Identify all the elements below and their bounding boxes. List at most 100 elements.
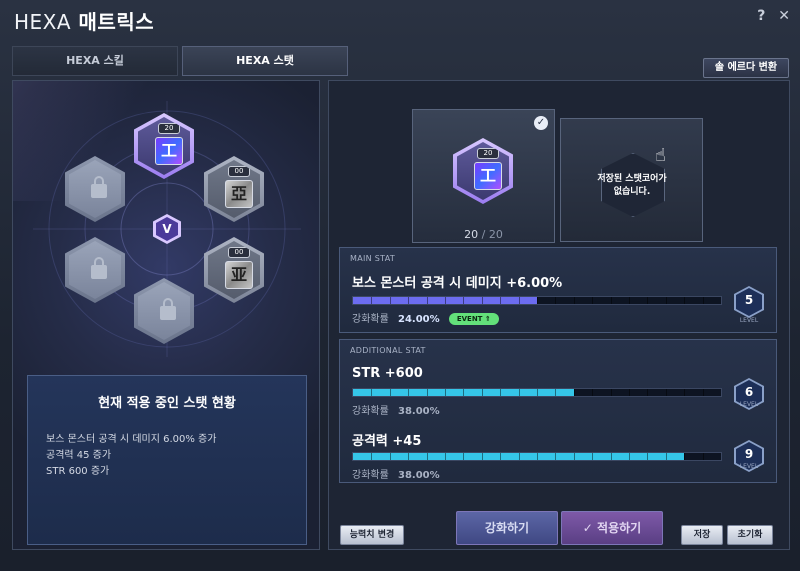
- lock-icon: [91, 257, 107, 279]
- main-stat-progress-bar: [352, 296, 722, 305]
- close-icon[interactable]: ✕: [778, 8, 790, 24]
- main-stat-level-hex: 5: [734, 286, 764, 318]
- hex-inner: [69, 241, 121, 299]
- hex-inner: 20 工: [138, 117, 190, 175]
- progress-segment-tick: [445, 453, 446, 460]
- progress-segment-tick: [408, 453, 410, 460]
- help-icon[interactable]: ?: [757, 8, 765, 24]
- tab-hexa-skill[interactable]: HEXA 스킬: [12, 46, 178, 76]
- change-stat-button[interactable]: 능력치 변경: [340, 525, 404, 545]
- progress-segment-tick: [408, 297, 410, 304]
- progress-segment-tick: [537, 453, 538, 460]
- rate-label: 강화확률: [352, 406, 389, 417]
- core-count-current: 20: [464, 228, 479, 241]
- level-word: LEVEL: [739, 401, 759, 408]
- hex-inner: 00 亚: [208, 241, 260, 299]
- progress-segment-tick: [702, 389, 704, 396]
- lock-icon: [91, 176, 107, 198]
- additional-stat-box: ADDITIONAL STAT STR +600 강화확률 38.00% 6 L…: [339, 339, 777, 483]
- level-hex-inner: 5: [736, 288, 762, 316]
- additional-stat-header: ADDITIONAL STAT: [350, 346, 426, 355]
- progress-segment-tick: [518, 389, 520, 396]
- window-title: HEXA 매트릭스: [14, 6, 154, 35]
- apply-label: 적용하기: [597, 521, 642, 535]
- level-number: 6: [744, 385, 754, 399]
- hexa-matrix-window: HEXA 매트릭스 ? ✕ HEXA 스킬 HEXA 스탯 솔 에르다 변환 2…: [0, 0, 800, 571]
- reset-button[interactable]: 초기화: [727, 525, 773, 545]
- progress-segment-tick: [371, 389, 373, 396]
- status-title: 현재 적용 중인 스탯 현황: [98, 396, 236, 411]
- progress-segment-tick: [573, 297, 575, 304]
- rate-label: 강화확률: [352, 314, 389, 325]
- progress-segment-tick: [463, 453, 465, 460]
- progress-segment-tick: [481, 453, 483, 460]
- stat-core-hex: 20 工: [453, 138, 513, 204]
- progress-segment-tick: [629, 297, 630, 304]
- progress-segment-tick: [702, 453, 704, 460]
- save-button[interactable]: 저장: [681, 525, 723, 545]
- progress-segment-tick: [445, 297, 446, 304]
- progress-segment-tick: [647, 297, 649, 304]
- progress-segment-tick: [500, 297, 502, 304]
- title-main: 매트릭스: [78, 10, 155, 34]
- progress-segment-tick: [555, 297, 557, 304]
- core-glyph-icon: 工: [474, 162, 502, 190]
- progress-segment-tick: [610, 453, 612, 460]
- progress-segment-tick: [518, 297, 520, 304]
- progress-segment-tick: [500, 453, 502, 460]
- rate-value: 38.00%: [398, 470, 440, 481]
- level-word: LEVEL: [739, 317, 759, 324]
- additional-stat-rate: 강화확률 38.00%: [352, 466, 440, 481]
- check-circle-icon: ✓: [582, 521, 598, 535]
- progress-segment-tick: [592, 453, 594, 460]
- status-line: STR 600 증가: [46, 466, 110, 477]
- progress-segment-tick: [371, 453, 373, 460]
- enhance-button[interactable]: 강화하기: [456, 511, 558, 545]
- rate-label: 강화확률: [352, 470, 389, 481]
- progress-segment-tick: [665, 453, 667, 460]
- progress-segment-tick: [463, 297, 465, 304]
- core-count-separator: /: [481, 228, 486, 241]
- progress-segment-tick: [500, 389, 502, 396]
- progress-segment-tick: [463, 389, 465, 396]
- matrix-panel: 20 工 00 亞 V 00 亚 현재 적용 중인 스탯 현황 보스 몬스터 공…: [12, 80, 320, 550]
- progress-segment-tick: [518, 453, 520, 460]
- saved-core-line: 저장된 스탯코어가: [597, 174, 667, 184]
- core-level: 20: [158, 123, 180, 134]
- progress-segment-tick: [537, 389, 538, 396]
- core-level: 00: [228, 247, 250, 258]
- level-word: LEVEL: [739, 463, 759, 470]
- event-badge: EVENT ⇑: [448, 313, 499, 325]
- progress-segment-tick: [481, 297, 483, 304]
- core-glyph-icon: 亚: [225, 261, 253, 289]
- progress-segment-tick: [665, 297, 667, 304]
- progress-segment-tick: [629, 389, 630, 396]
- current-stat-core-card[interactable]: ✓ 20 工 20 / 20: [412, 109, 555, 243]
- apply-button[interactable]: ✓ 적용하기: [561, 511, 663, 545]
- progress-segment-tick: [389, 297, 391, 304]
- progress-segment-tick: [426, 453, 428, 460]
- status-line: 보스 몬스터 공격 시 데미지 6.00% 증가: [46, 434, 217, 445]
- hex-inner: 00 亞: [208, 160, 260, 218]
- tab-hexa-stat[interactable]: HEXA 스탯: [182, 46, 348, 76]
- hex-inner: [69, 160, 121, 218]
- saved-stat-core-card[interactable]: 저장된 스탯코어가 없습니다. ☝: [560, 118, 703, 242]
- stat-panel: ✓ 20 工 20 / 20 저장된 스탯코어가 없습니다. ☝ MAIN ST…: [328, 80, 790, 550]
- check-icon: ✓: [534, 116, 548, 130]
- progress-segment-tick: [389, 453, 391, 460]
- main-stat-rate: 강화확률 24.00% EVENT ⇑: [352, 310, 499, 325]
- status-lines: 보스 몬스터 공격 시 데미지 6.00% 증가 공격력 45 증가 STR 6…: [46, 432, 216, 480]
- additional-stat-name: 공격력 +45: [352, 434, 422, 449]
- center-logo-letter: V: [156, 217, 178, 241]
- sol-erda-convert-button[interactable]: 솔 에르다 변환: [703, 58, 789, 78]
- progress-segment-tick: [481, 389, 483, 396]
- progress-segment-tick: [426, 297, 428, 304]
- progress-segment-tick: [684, 297, 686, 304]
- progress-segment-tick: [555, 453, 557, 460]
- progress-segment-tick: [592, 297, 594, 304]
- progress-segment-tick: [537, 297, 538, 304]
- main-stat-box: MAIN STAT 보스 몬스터 공격 시 데미지 +6.00% 강화확률 24…: [339, 247, 777, 333]
- progress-segment-tick: [684, 389, 686, 396]
- core-level: 20: [477, 148, 499, 159]
- progress-segment-tick: [684, 453, 686, 460]
